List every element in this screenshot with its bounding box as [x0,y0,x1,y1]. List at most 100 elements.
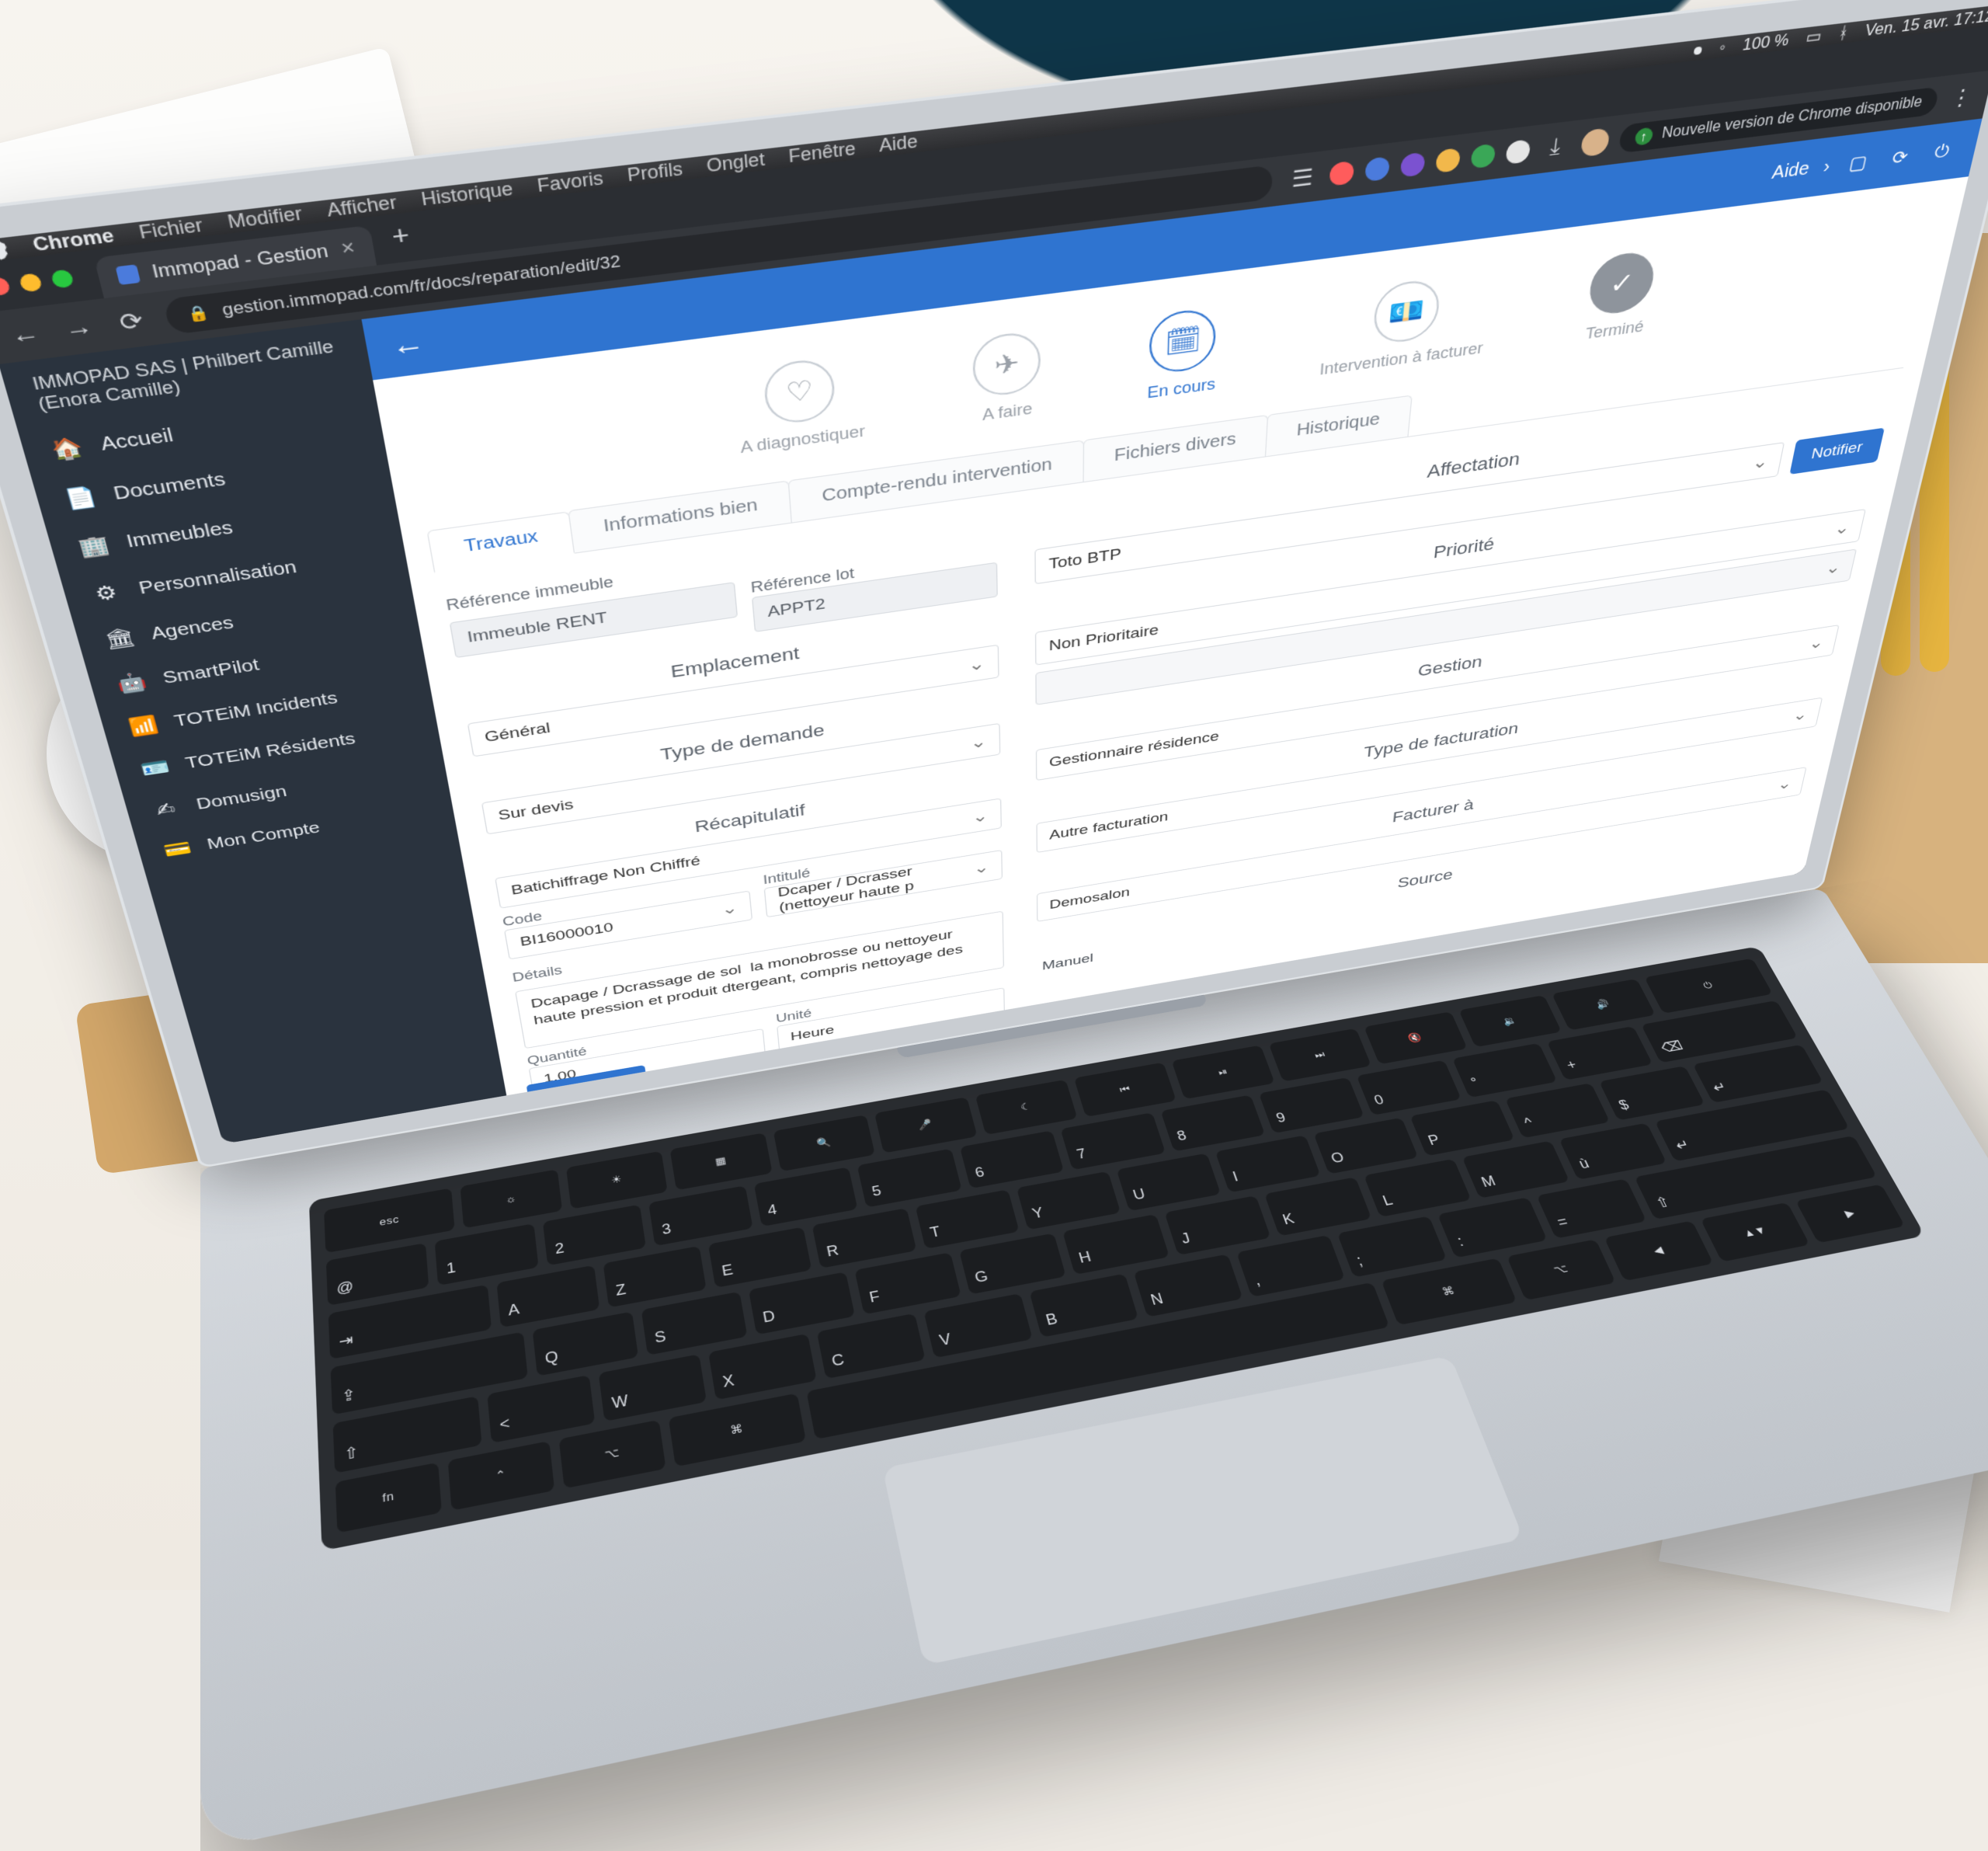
key[interactable]: Z [603,1246,707,1308]
key[interactable]: 0 [1356,1060,1461,1115]
step-termine[interactable]: ✓ Terminé [1583,249,1658,343]
key[interactable]: M [1462,1141,1570,1199]
profile-avatar[interactable] [1580,127,1610,157]
key[interactable]: R [812,1208,916,1268]
key[interactable]: ☼ [461,1169,562,1228]
key[interactable]: V [923,1293,1032,1358]
key[interactable]: T [915,1189,1019,1249]
os-menu-item[interactable]: Aide [878,131,918,157]
key[interactable]: 🎤 [874,1097,977,1153]
key[interactable]: F [854,1252,961,1314]
key[interactable]: A [496,1265,600,1327]
device-icon[interactable]: ▢ [1842,147,1875,178]
notifier-button[interactable]: Notifier [1789,428,1885,475]
forward-button[interactable]: → [57,311,99,346]
key[interactable]: O [1313,1118,1418,1174]
key[interactable]: 🔇 [1364,1011,1468,1064]
key[interactable]: 8 [1160,1095,1265,1151]
key[interactable]: I [1215,1135,1320,1192]
tab-close-icon[interactable]: × [339,236,357,261]
key[interactable]: ⇪ [331,1332,528,1415]
key[interactable]: ° [1452,1043,1558,1098]
key[interactable]: S [641,1292,748,1355]
key[interactable]: $ [1599,1066,1705,1120]
key[interactable]: + [1547,1026,1653,1080]
key[interactable]: 7 [1061,1113,1166,1170]
key[interactable]: esc [324,1188,455,1253]
power-icon[interactable]: ⏻ [1925,137,1958,167]
help-link[interactable]: Aide [1771,158,1812,184]
extension-icon[interactable] [1399,152,1425,178]
step-intervention-facturer[interactable]: 💶 Intervention à facturer [1319,271,1493,379]
reload-button[interactable]: ⟳ [110,304,152,338]
key[interactable]: J [1164,1195,1271,1255]
key[interactable]: G [959,1233,1066,1295]
key[interactable]: ⏯ [1172,1046,1275,1100]
key[interactable]: ⇧ [333,1397,482,1473]
key[interactable]: ⇧ [1635,1136,1877,1219]
window-minimize-button[interactable] [18,273,43,292]
apple-icon[interactable] [0,238,10,262]
key[interactable]: 6 [960,1131,1065,1188]
step-diagnostiquer[interactable]: ♡ A diagnostiquer [734,353,866,457]
kebab-menu-icon[interactable]: ⋮ [1945,82,1979,113]
key[interactable]: X [708,1334,816,1400]
key[interactable]: W [599,1355,707,1421]
key[interactable]: ☾ [975,1080,1077,1136]
key[interactable]: Y [1017,1171,1121,1230]
key[interactable]: ^ [1505,1083,1611,1138]
key[interactable]: 🔉 [1458,995,1562,1047]
window-close-button[interactable] [0,277,11,296]
key[interactable]: H [1062,1214,1170,1275]
key[interactable]: N [1133,1254,1242,1317]
key[interactable]: 9 [1259,1077,1364,1133]
menu-icon[interactable]: ☰ [1287,162,1319,195]
extension-icon[interactable] [1364,156,1390,182]
back-button[interactable]: ← [3,318,47,352]
key[interactable]: P [1409,1100,1515,1156]
key-space[interactable] [806,1282,1389,1440]
key[interactable]: , [1236,1235,1346,1296]
key[interactable]: 3 [649,1186,753,1246]
trackpad[interactable] [882,1355,1524,1665]
new-tab-button[interactable]: + [376,217,426,259]
extension-icon[interactable] [1470,144,1496,169]
key[interactable]: 1 [435,1223,538,1285]
key[interactable]: ⇥ [328,1285,492,1359]
key[interactable]: ⌃ [448,1441,555,1511]
key[interactable]: ù [1559,1123,1667,1181]
key[interactable]: ◀ [1604,1220,1713,1281]
step-en-cours[interactable]: 🗓︎ En cours [1147,307,1218,403]
step-a-faire[interactable]: ✈︎ A faire [972,329,1041,426]
key[interactable]: L [1364,1159,1472,1217]
wifi-icon[interactable]: ◦ [1718,37,1727,57]
key[interactable]: 🔍 [773,1115,875,1171]
key[interactable]: ⌥ [1507,1239,1616,1300]
key[interactable]: ⌫ [1641,1000,1798,1063]
key[interactable]: ⌥ [559,1419,666,1488]
key[interactable]: ▲▼ [1700,1202,1809,1262]
key[interactable]: ↵ [1655,1089,1850,1161]
extension-icon[interactable] [1329,161,1354,186]
status-icon[interactable] [1694,46,1703,54]
key[interactable]: E [708,1226,812,1288]
key[interactable]: Q [533,1311,638,1376]
key[interactable]: ⏮ [1074,1063,1177,1118]
extension-icon[interactable] [1505,139,1531,165]
key[interactable]: C [817,1313,926,1379]
key[interactable]: ; [1337,1216,1447,1277]
key[interactable]: ⌘ [1381,1258,1517,1325]
key[interactable]: = [1537,1179,1646,1238]
key[interactable]: ▶ [1795,1184,1905,1243]
key[interactable]: 2 [543,1205,647,1265]
key[interactable]: K [1265,1177,1372,1236]
back-arrow-button[interactable]: ← [388,326,427,363]
key[interactable]: D [749,1272,855,1334]
key[interactable]: fn [335,1462,442,1533]
key[interactable]: ⌘ [669,1393,806,1467]
key[interactable]: : [1438,1198,1548,1258]
extension-icon[interactable] [1435,148,1461,173]
key[interactable]: B [1029,1274,1138,1337]
key[interactable]: ▦ [670,1133,773,1190]
key[interactable]: U [1117,1153,1222,1211]
